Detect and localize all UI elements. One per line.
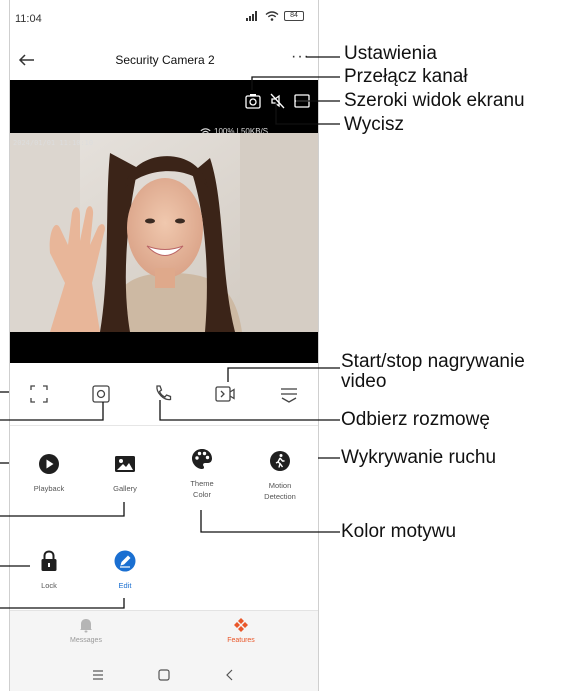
bottom-tab-bar: Messages Features <box>10 610 318 660</box>
camera-feed-image <box>10 133 318 332</box>
page-title: Security Camera 2 <box>115 53 215 67</box>
bell-icon <box>80 619 92 633</box>
system-nav-bar <box>10 660 318 691</box>
status-bar: 11:04 84 <box>10 0 318 40</box>
screenshot-icon[interactable] <box>88 381 114 407</box>
feature-label-line: Color <box>193 490 211 499</box>
battery-icon: 84 <box>284 11 304 21</box>
wifi-icon <box>265 11 279 21</box>
features-diamond-icon <box>234 618 248 632</box>
feature-gallery[interactable]: Gallery <box>86 451 164 494</box>
app-header: Security Camera 2 ··· <box>10 40 318 80</box>
edit-pencil-icon <box>114 550 136 572</box>
tab-features[interactable]: Features <box>191 617 291 644</box>
feature-playback[interactable]: Playback <box>10 451 88 494</box>
feature-theme-color[interactable]: Theme Color <box>163 446 241 500</box>
feature-label: Playback <box>33 484 65 493</box>
video-player: 100% | 50KB/S 2024/01/01 11:10:10 <box>10 80 318 363</box>
feature-label: Edit <box>118 581 132 590</box>
video-timestamp: 2024/01/01 11:10:10 <box>13 139 94 147</box>
status-time: 11:04 <box>15 13 42 25</box>
back-icon[interactable] <box>222 667 238 683</box>
phone-screen: 11:04 84 Security Camera 2 ··· 100% | 50… <box>9 0 319 691</box>
image-gallery-icon <box>115 456 135 472</box>
tab-label: Features <box>227 637 255 644</box>
feature-label: Theme Color <box>163 478 241 500</box>
feature-label-line: Detection <box>264 492 296 501</box>
play-circle-icon <box>39 454 59 474</box>
tab-label: Messages <box>70 637 102 644</box>
menu-lines-icon[interactable] <box>276 381 302 407</box>
feature-label: Motion Detection <box>241 480 318 502</box>
feature-lock[interactable]: Lock <box>10 548 88 591</box>
status-icons: 84 <box>246 11 304 21</box>
features-panel: Playback Gallery Theme Color Motion Dete… <box>10 425 318 610</box>
callout-theme-color: Kolor motywu <box>341 521 457 542</box>
callout-settings: Ustawienia <box>344 43 437 64</box>
cellular-signal-icon <box>246 11 257 21</box>
callout-mute: Wycisz <box>344 114 404 135</box>
callout-answer-call: Odbierz rozmowę <box>341 409 490 430</box>
feature-label-line: Theme <box>190 479 214 488</box>
callout-wide-view: Szeroki widok ekranu <box>344 90 525 111</box>
video-controls <box>10 363 318 425</box>
feature-label-line: Motion <box>268 481 292 490</box>
tab-messages[interactable]: Messages <box>36 617 136 644</box>
home-icon[interactable] <box>156 667 172 683</box>
widescreen-icon[interactable] <box>293 92 311 110</box>
feature-motion-detection[interactable]: Motion Detection <box>241 448 318 502</box>
callout-record: Start/stop nagrywanie video <box>341 352 525 392</box>
feature-label: Lock <box>41 581 57 590</box>
feature-label: Gallery <box>113 484 137 493</box>
callout-motion-detection: Wykrywanie ruchu <box>341 447 497 468</box>
more-options-button[interactable]: ··· <box>291 48 310 66</box>
recent-apps-icon[interactable] <box>90 667 106 683</box>
fullscreen-icon[interactable] <box>26 381 52 407</box>
lock-icon <box>41 550 57 571</box>
callout-switch-channel: Przełącz kanał <box>344 66 468 87</box>
callout-record-line2: video <box>341 371 387 392</box>
feature-edit[interactable]: Edit <box>86 548 164 591</box>
motion-detection-icon <box>270 451 290 471</box>
woman-waving-image <box>10 133 318 332</box>
callout-record-line1: Start/stop nagrywanie <box>341 351 525 372</box>
record-video-icon[interactable] <box>212 381 238 407</box>
palette-icon <box>192 449 212 469</box>
phone-call-icon[interactable] <box>150 381 176 407</box>
mute-icon[interactable] <box>269 92 287 110</box>
snapshot-switch-icon[interactable] <box>244 92 262 110</box>
